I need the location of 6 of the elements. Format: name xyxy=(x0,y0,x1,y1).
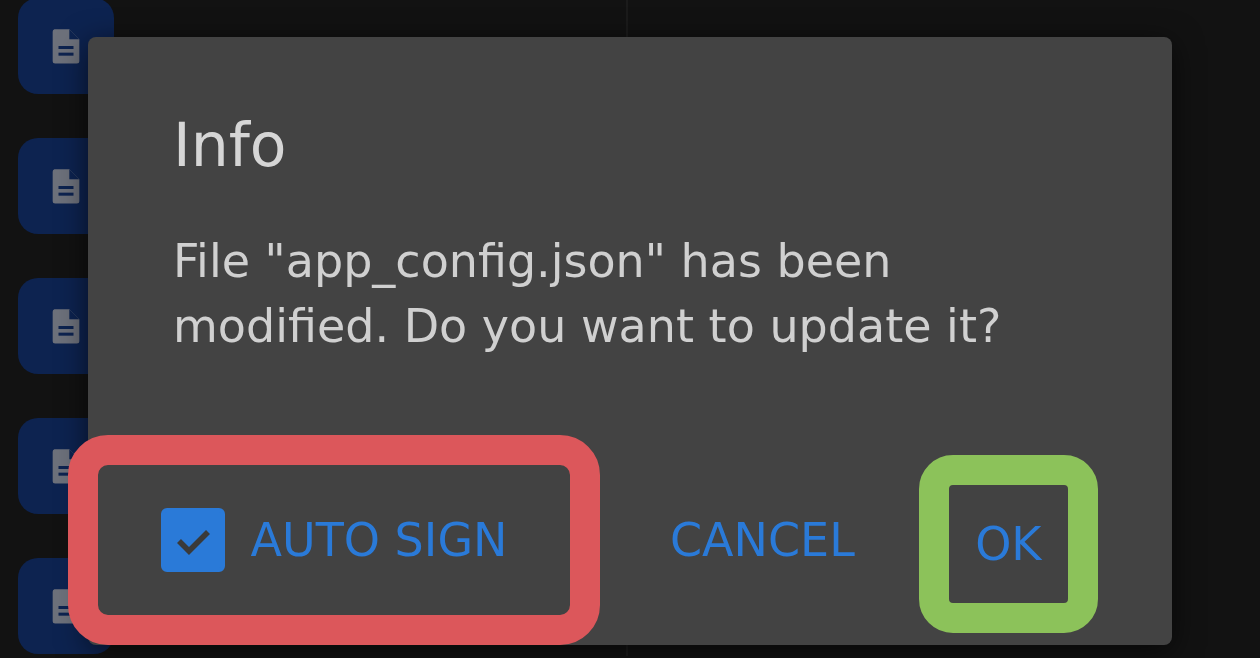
cancel-button[interactable]: CANCEL xyxy=(670,513,855,567)
checkbox-label[interactable]: AUTO SIGN xyxy=(250,513,508,567)
ok-button[interactable]: OK xyxy=(975,517,1042,571)
dialog-message: File "app_config.json" has been modified. Do you want to update it? xyxy=(173,233,1003,355)
checkbox[interactable] xyxy=(160,508,225,572)
dialog-title: Info xyxy=(173,115,288,175)
